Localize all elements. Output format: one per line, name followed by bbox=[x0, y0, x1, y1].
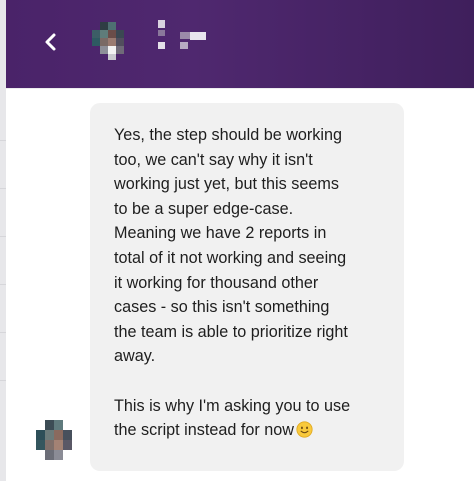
contact-avatar[interactable] bbox=[92, 22, 124, 60]
contact-name[interactable] bbox=[156, 20, 216, 60]
message-paragraph-2-text: This is why I'm asking you to use the sc… bbox=[114, 396, 351, 440]
header-divider bbox=[6, 88, 474, 89]
slightly-smiling-face-emoji bbox=[296, 421, 313, 438]
message-bubble: Yes, the step should be working too, we … bbox=[90, 103, 404, 471]
chevron-left-icon bbox=[45, 33, 56, 51]
message-paragraph: Yes, the step should be working too, we … bbox=[114, 126, 348, 366]
back-button[interactable] bbox=[36, 28, 64, 56]
message-paragraph-2: This is why I'm asking you to use the sc… bbox=[114, 394, 384, 443]
sender-avatar[interactable] bbox=[36, 420, 72, 460]
chat-header bbox=[6, 0, 474, 88]
